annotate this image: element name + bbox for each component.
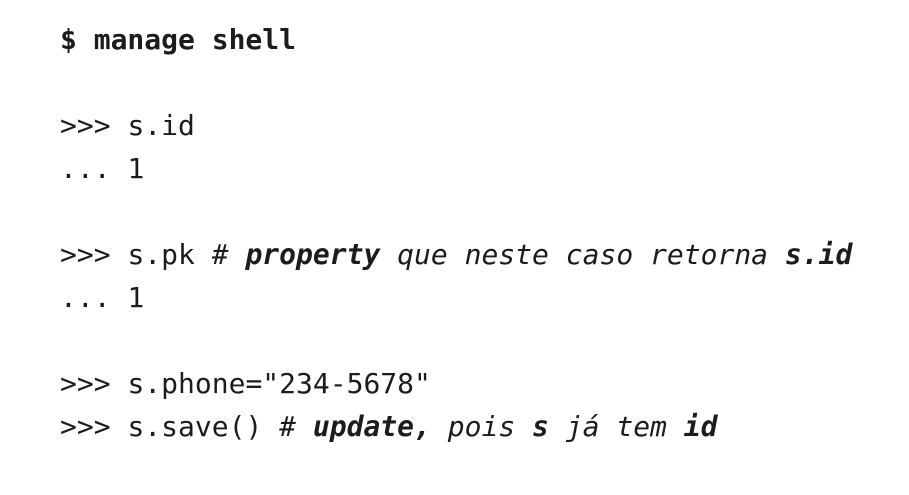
code-line: >>> s.pk # property que neste caso retor…: [60, 233, 900, 276]
code-line: ... 1: [60, 276, 900, 319]
code-line: >>> s.phone="234-5678": [60, 362, 900, 405]
comment-hash: #: [279, 410, 297, 443]
comment-text: já tem: [565, 410, 667, 443]
code-line: ... 1: [60, 147, 900, 190]
prompt: ...: [60, 281, 111, 314]
comment-bold: update,: [312, 410, 431, 443]
prompt: ...: [60, 152, 111, 185]
comment-bold: s.id: [784, 238, 853, 271]
prompt: >>>: [60, 367, 111, 400]
comment-bold: property: [245, 238, 381, 271]
comment: # update, pois s já tem id: [279, 410, 717, 443]
comment-text: pois: [447, 410, 516, 443]
prompt: >>>: [60, 410, 111, 443]
comment-bold: id: [683, 410, 718, 443]
shell-command: $ manage shell: [60, 18, 900, 61]
code-line: >>> s.save() # update, pois s já tem id: [60, 405, 900, 448]
code-block-pk: >>> s.pk # property que neste caso retor…: [60, 233, 900, 319]
prompt: >>>: [60, 109, 111, 142]
command-text: $ manage shell: [60, 23, 297, 56]
comment-bold: s: [532, 410, 549, 443]
comment-hash: #: [211, 238, 229, 271]
output: 1: [127, 281, 145, 314]
code: s.id: [127, 109, 195, 142]
prompt: >>>: [60, 238, 111, 271]
comment-text: que neste caso retorna: [397, 238, 769, 271]
code: s.save(): [127, 410, 263, 443]
output: 1: [127, 152, 145, 185]
comment: # property que neste caso retorna s.id: [212, 238, 853, 271]
code-block-id: >>> s.id ... 1: [60, 104, 900, 190]
code-line: >>> s.id: [60, 104, 900, 147]
shell-session: $ manage shell >>> s.id ... 1 >>> s.pk #…: [60, 18, 900, 448]
code: s.phone="234-5678": [127, 367, 431, 400]
code-block-save: >>> s.phone="234-5678" >>> s.save() # up…: [60, 362, 900, 448]
code: s.pk: [127, 238, 195, 271]
